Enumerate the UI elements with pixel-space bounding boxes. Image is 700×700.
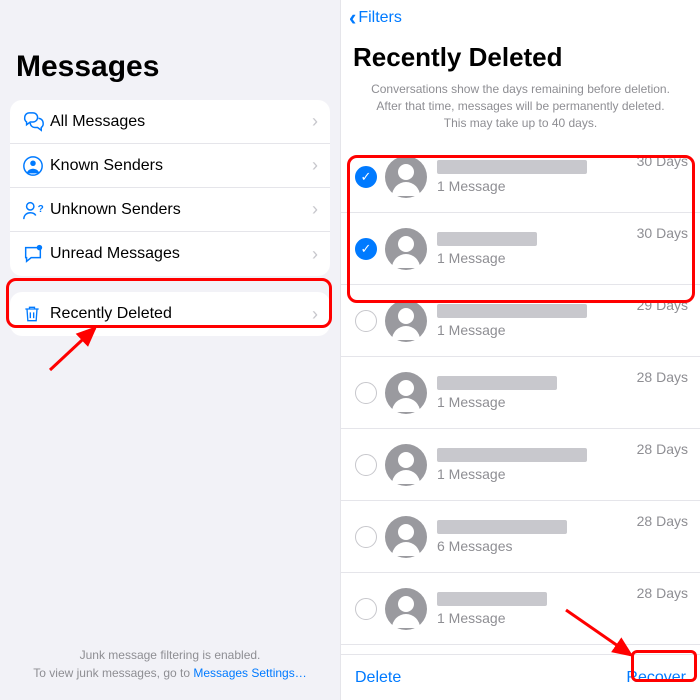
chevron-right-icon: ›	[312, 244, 318, 265]
avatar	[385, 300, 427, 342]
chevron-right-icon: ›	[312, 155, 318, 176]
avatar	[385, 588, 427, 630]
row-label: All Messages	[50, 113, 312, 131]
row-known-senders[interactable]: Known Senders ›	[10, 144, 330, 188]
conversation-list: ✓ 1 Message 30 Days ✓ 1 Message 30 Days 1 Mess…	[341, 141, 700, 654]
chat-dot-icon	[22, 243, 50, 265]
message-count: 1 Message	[437, 250, 688, 266]
page-title: Recently Deleted	[353, 42, 688, 73]
person-question-icon: ?	[22, 199, 50, 221]
redacted-name	[437, 160, 587, 174]
message-count: 1 Message	[437, 394, 688, 410]
footer-note: Junk message filtering is enabled. To vi…	[0, 646, 340, 682]
chevron-left-icon: ‹	[349, 5, 356, 31]
person-circle-icon	[22, 155, 50, 177]
row-label: Known Senders	[50, 157, 312, 175]
list-item[interactable]: 1 Message 28 Days	[341, 573, 700, 645]
filter-group: All Messages › Known Senders › ? Unknown…	[10, 100, 330, 276]
redacted-name	[437, 592, 547, 606]
recently-deleted-group: Recently Deleted ›	[10, 292, 330, 336]
list-item[interactable]: 6 Messages 28 Days	[341, 501, 700, 573]
recover-button[interactable]: Recover	[626, 669, 686, 687]
circle-icon[interactable]	[355, 310, 377, 332]
circle-icon[interactable]	[355, 382, 377, 404]
row-label: Recently Deleted	[50, 305, 312, 323]
days-remaining: 30 Days	[637, 225, 688, 241]
bottom-toolbar: Delete Recover	[341, 654, 700, 700]
redacted-name	[437, 448, 587, 462]
list-item[interactable]: 1 Message 29 Days	[341, 285, 700, 357]
delete-button[interactable]: Delete	[355, 669, 401, 687]
list-item[interactable]: ✓ 1 Message 30 Days	[341, 141, 700, 213]
avatar	[385, 228, 427, 270]
circle-icon[interactable]	[355, 526, 377, 548]
page-title: Messages	[16, 50, 330, 84]
info-text: Conversations show the days remaining be…	[341, 81, 700, 141]
messages-settings-link[interactable]: Messages Settings…	[193, 666, 306, 680]
row-unknown-senders[interactable]: ? Unknown Senders ›	[10, 188, 330, 232]
trash-icon	[22, 304, 50, 324]
footer-text: To view junk messages, go to	[33, 666, 193, 680]
list-item[interactable]: 1 Message 28 Days	[341, 357, 700, 429]
avatar	[385, 516, 427, 558]
days-remaining: 28 Days	[637, 513, 688, 529]
days-remaining: 28 Days	[637, 441, 688, 457]
list-item[interactable]: ✓ 1 Message 30 Days	[341, 213, 700, 285]
row-unread-messages[interactable]: Unread Messages ›	[10, 232, 330, 276]
redacted-name	[437, 304, 587, 318]
checkmark-circle-icon[interactable]: ✓	[355, 166, 377, 188]
row-label: Unknown Senders	[50, 201, 312, 219]
message-count: 1 Message	[437, 322, 688, 338]
checkmark-circle-icon[interactable]: ✓	[355, 238, 377, 260]
row-all-messages[interactable]: All Messages ›	[10, 100, 330, 144]
chevron-right-icon: ›	[312, 111, 318, 132]
message-count: 1 Message	[437, 610, 688, 626]
row-label: Unread Messages	[50, 245, 312, 263]
avatar	[385, 156, 427, 198]
redacted-name	[437, 376, 557, 390]
days-remaining: 28 Days	[637, 369, 688, 385]
back-button[interactable]: ‹ Filters	[341, 0, 700, 36]
days-remaining: 29 Days	[637, 297, 688, 313]
row-recently-deleted[interactable]: Recently Deleted ›	[10, 292, 330, 336]
days-remaining: 30 Days	[637, 153, 688, 169]
redacted-name	[437, 520, 567, 534]
svg-text:?: ?	[38, 203, 44, 214]
footer-text: Junk message filtering is enabled.	[0, 646, 340, 664]
chat-bubbles-icon	[22, 111, 50, 133]
days-remaining: 28 Days	[637, 585, 688, 601]
avatar	[385, 372, 427, 414]
message-count: 1 Message	[437, 466, 688, 482]
redacted-name	[437, 232, 537, 246]
message-count: 6 Messages	[437, 538, 688, 554]
circle-icon[interactable]	[355, 454, 377, 476]
message-count: 1 Message	[437, 178, 688, 194]
list-item[interactable]: 1 Message 28 Days	[341, 429, 700, 501]
chevron-right-icon: ›	[312, 304, 318, 325]
chevron-right-icon: ›	[312, 199, 318, 220]
avatar	[385, 444, 427, 486]
circle-icon[interactable]	[355, 598, 377, 620]
back-label: Filters	[358, 9, 402, 27]
